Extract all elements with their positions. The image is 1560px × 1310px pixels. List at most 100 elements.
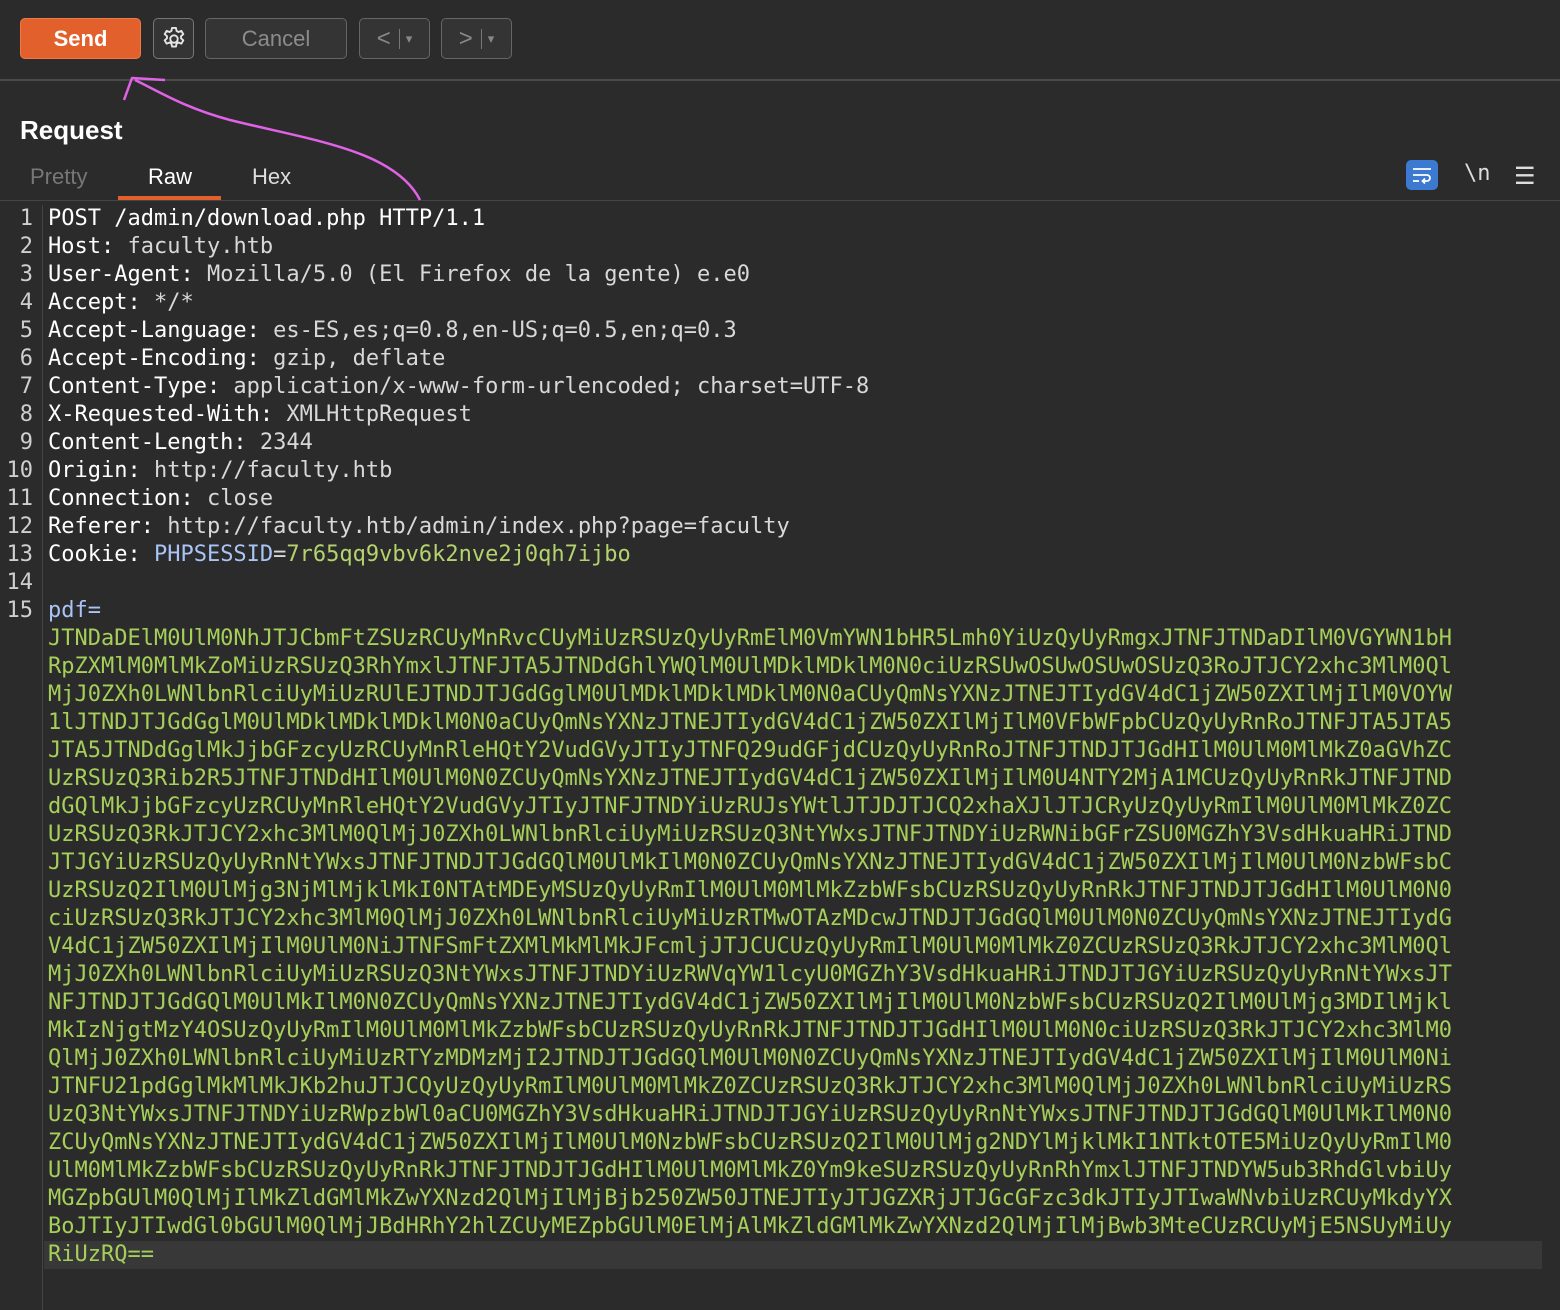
line-number: 12 <box>6 514 34 539</box>
back-button[interactable]: < ▾ <box>359 18 430 59</box>
code-line: 15 pdf= <box>0 597 1560 625</box>
body-value-line: MjJ0ZXh0LWNlbnRlciUyMiUzRSUzQ3NtYWxsJTNF… <box>48 962 1452 987</box>
line-number: 8 <box>19 402 33 427</box>
panel-title: Request <box>20 115 123 145</box>
line-number: 2 <box>19 234 33 259</box>
line-number: 9 <box>19 430 33 455</box>
view-tabs: Pretty Raw Hex <box>0 158 1560 200</box>
code-line: 2 Host: faculty.htb <box>0 233 1560 261</box>
body-value-line: 1lJTNDJTJGdGglM0UlMDklMDklMDklM0N0aCUyQm… <box>48 710 1452 735</box>
body-value-line: V4dC1jZW50ZXIlMjIlM0UlM0NiJTNFSmFtZXMlMk… <box>48 934 1452 959</box>
line-number: 4 <box>19 290 33 315</box>
header-key: Host: <box>48 234 115 259</box>
code-line: 4 Accept: */* <box>0 289 1560 317</box>
forward-dropdown-icon[interactable]: ▾ <box>488 31 495 47</box>
body-value-line: MkIzNjgtMzY4OSUzQyUyRmIlM0UlM0MlMkZzbWFs… <box>48 1018 1452 1043</box>
code-line: 5 Accept-Language: es-ES,es;q=0.8,en-US;… <box>0 317 1560 345</box>
word-wrap-icon <box>1413 168 1431 184</box>
body-value-line: ciUzRSUzQ3RkJTJCY2xhc3MlM0QlMjJ0ZXh0LWNl… <box>48 906 1452 931</box>
show-newlines-toggle[interactable]: \n <box>1464 161 1491 186</box>
back-dropdown-icon[interactable]: ▾ <box>406 31 413 47</box>
header-value: http://faculty.htb <box>140 458 393 483</box>
toolbar: Send Cancel < ▾ > ▾ <box>0 0 1560 79</box>
body-value-line: NFJTNDJTJGdGQlM0UlMkIlM0N0ZCUyQmNsYXNzJT… <box>48 990 1452 1015</box>
body-value-line: RpZXMlM0MlMkZoMiUzRSUzQ3RhYmxlJTNFJTA5JT… <box>48 654 1452 679</box>
header-key: X-Requested-With: <box>48 402 274 427</box>
body-value-line: UzQ3NtYWxsJTNFJTNDYiUzRWpzbWl0aCU0MGZhY3… <box>48 1102 1452 1127</box>
body-param-name: pdf= <box>48 598 101 623</box>
hamburger-menu-icon[interactable]: ☰ <box>1514 162 1536 191</box>
header-value: Mozilla/5.0 (El Firefox de la gente) e.e… <box>193 262 750 287</box>
toolbar-divider <box>0 79 1560 81</box>
body-value-line: UzRSUzQ2IlM0UlMjg3NjMlMjklMkI0NTAtMDEyMS… <box>48 878 1452 903</box>
tab-hex[interactable]: Hex <box>252 164 291 190</box>
line-number: 15 <box>6 598 34 623</box>
header-value: application/x-www-form-urlencoded; chars… <box>220 374 870 399</box>
line-number: 14 <box>6 570 34 595</box>
code-line: 8 X-Requested-With: XMLHttpRequest <box>0 401 1560 429</box>
tab-pretty[interactable]: Pretty <box>30 164 87 190</box>
line-number: 13 <box>6 542 34 567</box>
body-value-line: MGZpbGUlM0QlMjIlMkZldGMlMkZwYXNzd2QlMjIl… <box>48 1186 1452 1211</box>
body-value-line: dGQlMkJjbGFzcyUzRCUyMnRleHQtY2VudGVyJTIy… <box>48 794 1452 819</box>
header-value: es-ES,es;q=0.8,en-US;q=0.5,en;q=0.3 <box>259 318 737 343</box>
body-value-line: JTA5JTNDdGglMkJjbGFzcyUzRCUyMnRleHQtY2Vu… <box>48 738 1452 763</box>
line-number: 7 <box>19 374 33 399</box>
body-value-line: JTJGYiUzRSUzQyUyRnNtYWxsJTNFJTNDJTJGdGQl… <box>48 850 1452 875</box>
raw-editor[interactable]: 1 POST /admin/download.php HTTP/1.1 2 Ho… <box>0 205 1560 1310</box>
code-line: 9 Content-Length: 2344 <box>0 429 1560 457</box>
code-line: 11 Connection: close <box>0 485 1560 513</box>
body-value-line: UlM0MlMkZzbWFsbCUzRSUzQyUyRnRkJTNFJTNDJT… <box>48 1158 1452 1183</box>
tab-raw[interactable]: Raw <box>148 164 192 190</box>
code-line: 13 Cookie: PHPSESSID=7r65qq9vbv6k2nve2j0… <box>0 541 1560 569</box>
request-line: POST /admin/download.php HTTP/1.1 <box>48 206 486 231</box>
line-number: 1 <box>19 206 33 231</box>
cancel-button[interactable]: Cancel <box>205 18 347 59</box>
header-key: Content-Length: <box>48 430 247 455</box>
body-value-line: MjJ0ZXh0LWNlbnRlciUyMiUzRUlEJTNDJTJGdGgl… <box>48 682 1452 707</box>
header-key: Accept-Language: <box>48 318 260 343</box>
body-value-line: ZCUyQmNsYXNzJTNEJTIydGV4dC1jZW50ZXIlMjIl… <box>48 1130 1452 1155</box>
cookie-equals: = <box>273 542 287 567</box>
header-value: faculty.htb <box>114 234 274 259</box>
line-number: 6 <box>19 346 33 371</box>
word-wrap-toggle[interactable] <box>1406 160 1438 190</box>
header-key: Cookie: <box>48 542 141 567</box>
separator <box>398 28 400 49</box>
code-line: 14 <box>0 569 1560 597</box>
code-line: 1 POST /admin/download.php HTTP/1.1 <box>0 205 1560 233</box>
header-value: */* <box>140 290 194 315</box>
cookie-name: PHPSESSID <box>140 542 274 567</box>
forward-button[interactable]: > ▾ <box>441 18 512 59</box>
header-value: http://faculty.htb/admin/index.php?page=… <box>153 514 790 539</box>
header-key: Connection: <box>48 486 194 511</box>
body-value-line: JTNFU21pdGglMkMlMkJKb2huJTJCQyUzQyUyRmIl… <box>48 1074 1452 1099</box>
header-key: User-Agent: <box>48 262 194 287</box>
code-line: 7 Content-Type: application/x-www-form-u… <box>0 373 1560 401</box>
line-number: 10 <box>6 458 34 483</box>
cookie-value: 7r65qq9vbv6k2nve2j0qh7ijbo <box>286 542 631 567</box>
header-key: Referer: <box>48 514 154 539</box>
header-key: Accept-Encoding: <box>48 346 260 371</box>
forward-arrow-icon: > <box>458 24 473 52</box>
current-line-highlight <box>44 1241 1542 1269</box>
body-value-line: UzRSUzQ3RkJTJCY2xhc3MlM0QlMjJ0ZXh0LWNlbn… <box>48 822 1452 847</box>
body-value-line: BoJTIyJTIwdGl0bGUlM0QlMjJBdHRhY2hlZCUyME… <box>48 1214 1452 1239</box>
code-line: 3 User-Agent: Mozilla/5.0 (El Firefox de… <box>0 261 1560 289</box>
settings-button[interactable] <box>153 18 194 59</box>
code-line: 6 Accept-Encoding: gzip, deflate <box>0 345 1560 373</box>
body-value-line: JTNDaDElM0UlM0NhJTJCbmFtZSUzRCUyMnRvcCUy… <box>48 626 1452 651</box>
separator <box>480 28 482 49</box>
send-button[interactable]: Send <box>20 18 141 59</box>
header-key: Origin: <box>48 458 141 483</box>
header-value: XMLHttpRequest <box>273 402 472 427</box>
line-number: 11 <box>6 486 34 511</box>
code-line: 12 Referer: http://faculty.htb/admin/ind… <box>0 513 1560 541</box>
back-arrow-icon: < <box>376 24 391 52</box>
line-number: 3 <box>19 262 33 287</box>
code-line: 10 Origin: http://faculty.htb <box>0 457 1560 485</box>
gear-icon <box>163 26 184 48</box>
tabs-divider <box>0 200 1560 201</box>
header-value: gzip, deflate <box>259 346 446 371</box>
header-key: Accept: <box>48 290 141 315</box>
